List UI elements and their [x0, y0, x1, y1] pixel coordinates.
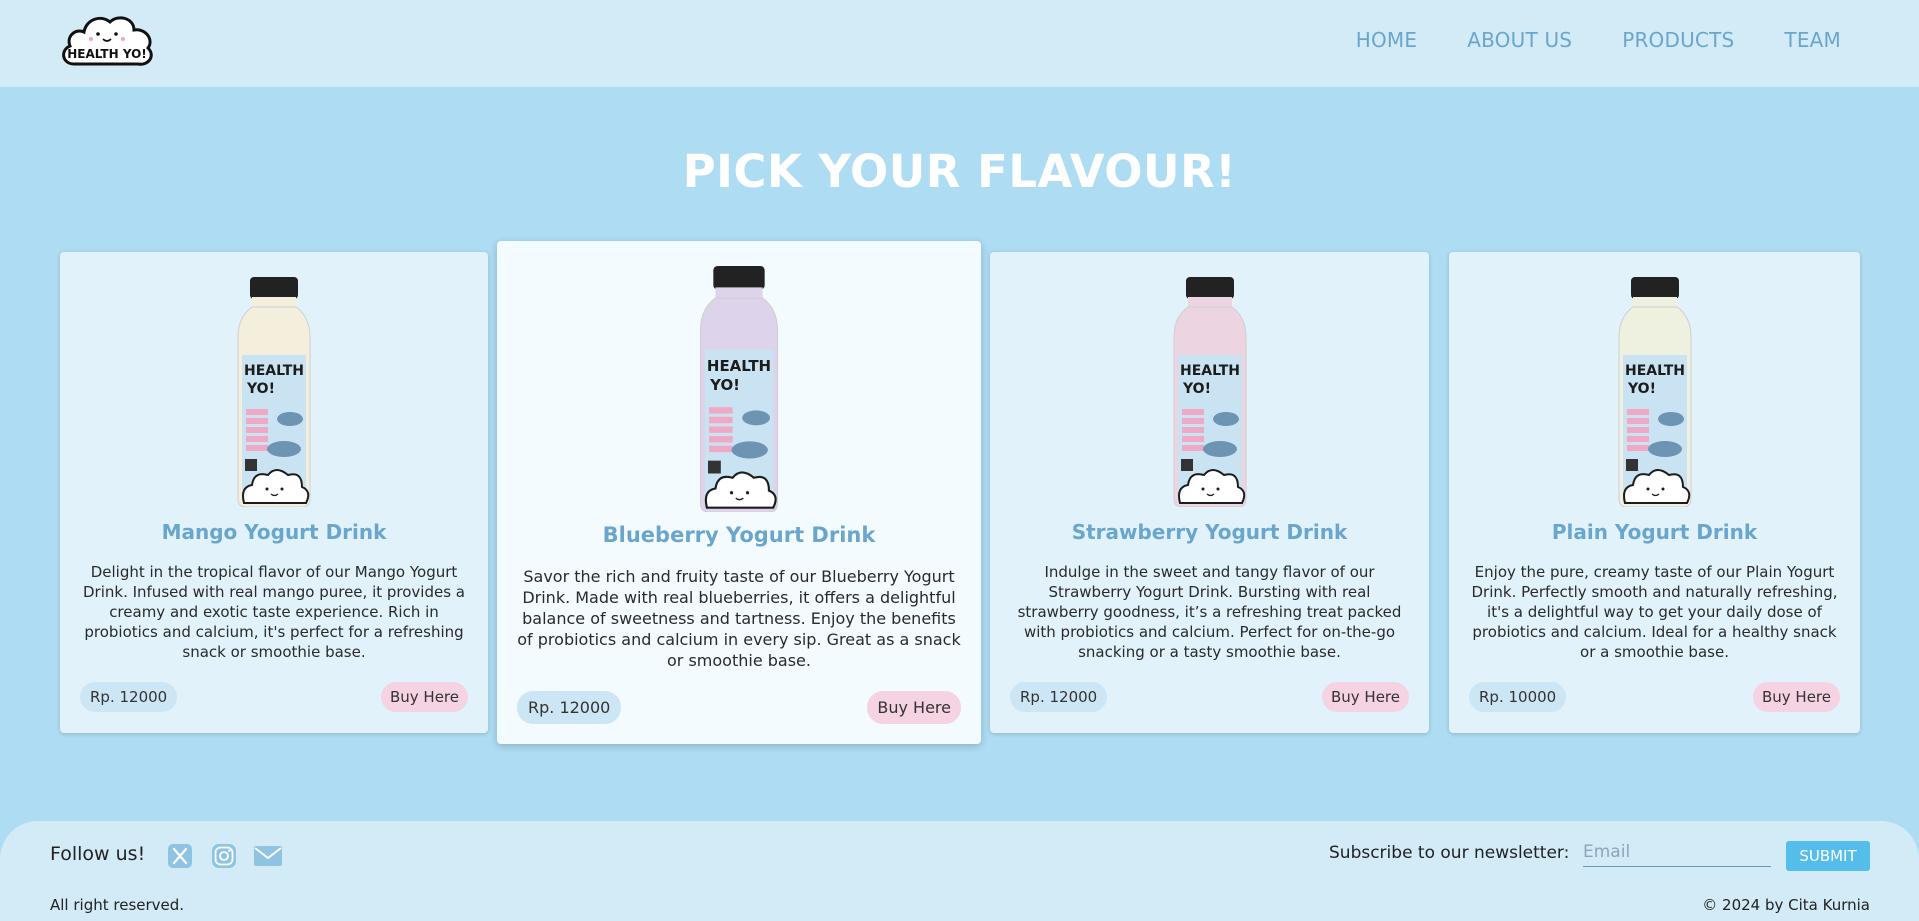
newsletter-label: Subscribe to our newsletter:	[1329, 843, 1570, 863]
mail-icon[interactable]	[253, 843, 283, 869]
product-card-plain: HEALTH YO! Plain Yogurt Drink Enjoy the p…	[1449, 252, 1860, 733]
price-badge: Rp. 12000	[80, 682, 178, 712]
yogurt-bottle-icon: HEALTH YO!	[237, 277, 311, 507]
product-image: HEALTH YO!	[990, 277, 1429, 507]
svg-text:HEALTH: HEALTH	[707, 357, 771, 375]
email-input[interactable]	[1583, 837, 1771, 867]
buy-here-button[interactable]: Buy Here	[380, 682, 468, 712]
nav-products[interactable]: PRODUCTS	[1622, 28, 1734, 52]
product-image: HEALTH YO!	[497, 266, 981, 512]
svg-text:HEALTH: HEALTH	[1180, 363, 1240, 379]
submit-button[interactable]: SUBMIT	[1786, 841, 1870, 871]
yogurt-bottle-icon: HEALTH YO!	[1173, 277, 1246, 507]
product-description: Savor the rich and fruity taste of our B…	[517, 567, 961, 670]
svg-text:YO!: YO!	[1182, 381, 1211, 397]
price-badge: Rp. 10000	[1469, 682, 1567, 712]
product-name: Mango Yogurt Drink	[161, 520, 387, 544]
main-nav: HOME ABOUT US PRODUCTS TEAM	[1356, 28, 1841, 52]
buy-here-button[interactable]: Buy Here	[1321, 682, 1409, 712]
x-icon[interactable]	[167, 843, 193, 869]
svg-text:HEALTH: HEALTH	[244, 363, 304, 379]
nav-home[interactable]: HOME	[1356, 28, 1417, 52]
price-badge: Rp. 12000	[1010, 682, 1108, 712]
cloud-logo-icon: HEALTH YO!	[62, 16, 153, 66]
svg-text:HEALTH: HEALTH	[1625, 363, 1685, 379]
page-title: PICK YOUR FLAVOUR!	[682, 145, 1237, 198]
product-card-mango: HEALTH YO! Mango Yogurt Drink Delight in …	[60, 252, 488, 733]
svg-text:YO!: YO!	[1627, 381, 1656, 397]
svg-text:YO!: YO!	[709, 376, 740, 394]
nav-about-us[interactable]: ABOUT US	[1467, 28, 1572, 52]
site-header: HEALTH YO! HOME ABOUT US PRODUCTS TEAM	[0, 0, 1919, 87]
product-name: Strawberry Yogurt Drink	[1071, 520, 1348, 544]
product-description: Delight in the tropical flavor of our Ma…	[82, 563, 465, 661]
nav-team[interactable]: TEAM	[1784, 28, 1841, 52]
product-name: Blueberry Yogurt Drink	[602, 523, 876, 547]
product-card-blueberry: HEALTH YO! Blueberry Yogurt Drink Savor t…	[497, 241, 981, 744]
product-description: Indulge in the sweet and tangy flavor of…	[1017, 563, 1402, 661]
logo-text: HEALTH YO!	[67, 47, 147, 61]
brand-logo[interactable]: HEALTH YO!	[60, 12, 154, 72]
social-links	[167, 843, 283, 869]
site-footer: Follow us! Subscribe to our newsletter: …	[0, 821, 1919, 921]
product-card-strawberry: HEALTH YO! Strawberry Yogurt Drink Indulg…	[990, 252, 1429, 733]
follow-us-label: Follow us!	[50, 843, 146, 865]
price-badge: Rp. 12000	[517, 691, 622, 724]
copyright-text: © 2024 by Cita Kurnia	[1702, 896, 1870, 914]
instagram-icon[interactable]	[211, 843, 237, 869]
yogurt-bottle-icon: HEALTHYO!	[699, 266, 779, 512]
product-image: HEALTH YO!	[1449, 277, 1860, 507]
product-description: Enjoy the pure, creamy taste of our Plai…	[1471, 563, 1838, 661]
product-image: HEALTH YO!	[60, 277, 488, 507]
product-name: Plain Yogurt Drink	[1551, 520, 1758, 544]
svg-text:YO!: YO!	[246, 381, 275, 397]
buy-here-button[interactable]: Buy Here	[1752, 682, 1840, 712]
yogurt-bottle-icon: HEALTH YO!	[1618, 277, 1691, 507]
rights-text: All right reserved.	[50, 896, 185, 914]
buy-here-button[interactable]: Buy Here	[867, 691, 961, 724]
